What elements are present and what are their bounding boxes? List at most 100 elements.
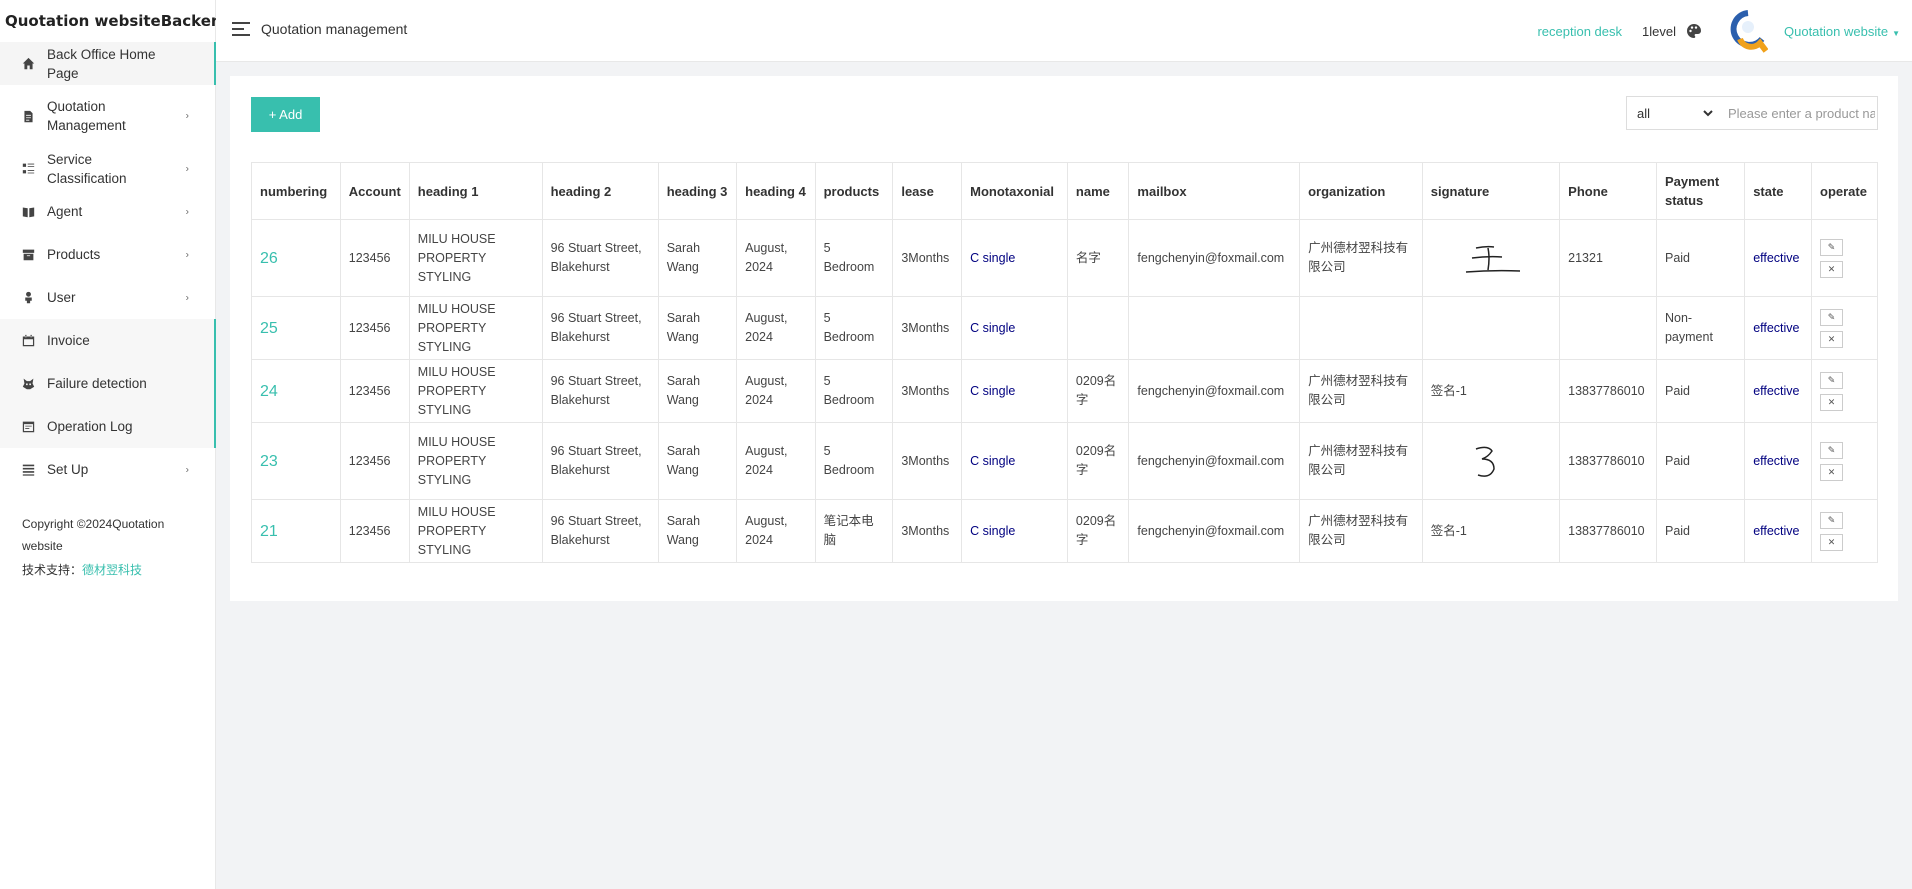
delete-icon[interactable]: ✕: [1820, 260, 1844, 278]
sidebar-item-label: Set Up: [47, 462, 89, 477]
palette-icon[interactable]: [1686, 23, 1702, 39]
col-lease: lease: [892, 162, 963, 220]
cell-products: 5 Bedroom: [814, 422, 894, 500]
cell-heading2: 96 Stuart Street, Blakehurst: [541, 422, 659, 500]
table-row: 25 123456 MILU HOUSE PROPERTY STYLING 96…: [251, 296, 1878, 360]
cell-numbering[interactable]: 21: [251, 499, 341, 563]
cell-operate: ✎ ✕: [1811, 296, 1878, 360]
chevron-right-icon: ›: [185, 110, 189, 122]
cell-numbering[interactable]: 26: [251, 219, 341, 297]
cell-heading1: MILU HOUSE PROPERTY STYLING: [408, 499, 543, 563]
cell-organization: 广州德材翌科技有限公司: [1299, 219, 1423, 297]
sidebar-item-set-up[interactable]: Set Up ›: [0, 448, 215, 491]
top-header: Quotation management reception desk 1lev…: [216, 0, 1912, 62]
col-operate: operate: [1811, 162, 1878, 220]
edit-icon[interactable]: ✎: [1820, 371, 1844, 389]
bug-icon: [21, 377, 35, 391]
cell-phone: [1559, 296, 1657, 360]
edit-icon[interactable]: ✎: [1820, 238, 1844, 256]
edit-icon[interactable]: ✎: [1820, 511, 1844, 529]
cell-monotaxonial: C single: [961, 219, 1068, 297]
cell-heading4: August, 2024: [736, 499, 816, 563]
cell-numbering[interactable]: 23: [251, 422, 341, 500]
delete-icon[interactable]: ✕: [1820, 533, 1844, 551]
delete-icon[interactable]: ✕: [1820, 463, 1844, 481]
sidebar-menu: Back Office Home Page Quotation Manageme…: [0, 42, 216, 491]
delete-icon[interactable]: ✕: [1820, 330, 1844, 348]
filter-select[interactable]: all: [1626, 96, 1717, 130]
edit-icon[interactable]: ✎: [1820, 441, 1844, 459]
col-organization: organization: [1299, 162, 1423, 220]
user-avatar-logo[interactable]: [1728, 9, 1768, 53]
cell-account: 123456: [339, 422, 410, 500]
cell-account: 123456: [339, 219, 410, 297]
cell-payment-status: Paid: [1655, 499, 1746, 563]
cell-phone: 21321: [1559, 219, 1657, 297]
cell-heading4: August, 2024: [736, 422, 816, 500]
cell-monotaxonial: C single: [961, 359, 1068, 423]
search-input[interactable]: [1716, 96, 1878, 130]
support-link[interactable]: 德材翌科技: [82, 563, 142, 577]
sidebar-item-agent[interactable]: Agent ›: [0, 190, 215, 233]
add-button[interactable]: + Add: [251, 97, 320, 132]
cell-numbering[interactable]: 25: [251, 296, 341, 360]
user-name: Quotation website: [1784, 23, 1889, 39]
sidebar-footer: Copyright ©2024Quotation website 技术支持：德材…: [0, 491, 215, 581]
cell-account: 123456: [339, 499, 410, 563]
cell-heading2: 96 Stuart Street, Blakehurst: [541, 499, 659, 563]
sidebar-group-active: Invoice Failure detection Operation Log: [0, 319, 216, 448]
table-header-row: numbering Account heading 1 heading 2 he…: [251, 162, 1878, 220]
user-dropdown[interactable]: Quotation website ▼: [1784, 24, 1900, 39]
cell-heading1: MILU HOUSE PROPERTY STYLING: [408, 296, 543, 360]
cell-operate: ✎ ✕: [1811, 219, 1878, 297]
sidebar-item-failure-detection[interactable]: Failure detection: [0, 362, 215, 405]
cell-numbering[interactable]: 24: [251, 359, 341, 423]
chevron-right-icon: ›: [185, 292, 189, 303]
document-icon: [21, 109, 35, 123]
cell-name: 0209名字: [1066, 359, 1130, 423]
cell-heading3: Sarah Wang: [657, 422, 738, 500]
level-label: 1level: [1642, 23, 1676, 39]
cell-signature: [1421, 296, 1561, 360]
cell-heading3: Sarah Wang: [657, 296, 738, 360]
page-title: Quotation management: [261, 21, 408, 37]
sidebar-item-user[interactable]: User ›: [0, 276, 215, 319]
col-state: state: [1744, 162, 1813, 220]
cell-lease: 3Months: [892, 422, 963, 500]
cell-signature: [1421, 219, 1561, 297]
cell-payment-status: Non-payment: [1655, 296, 1746, 360]
chevron-right-icon: ›: [185, 249, 189, 260]
calendar-icon: [21, 334, 35, 348]
sidebar-item-invoice[interactable]: Invoice: [0, 319, 215, 362]
table-row: 23 123456 MILU HOUSE PROPERTY STYLING 96…: [251, 422, 1878, 500]
caret-down-icon: ▼: [1892, 28, 1900, 38]
cell-heading3: Sarah Wang: [657, 219, 738, 297]
table-row: 21 123456 MILU HOUSE PROPERTY STYLING 96…: [251, 499, 1878, 563]
sidebar-item-products[interactable]: Products ›: [0, 233, 215, 276]
col-mailbox: mailbox: [1128, 162, 1301, 220]
reception-desk-link[interactable]: reception desk: [1537, 24, 1622, 39]
archive-icon: [21, 248, 35, 262]
cell-state: effective: [1744, 422, 1813, 500]
sidebar-item-quotation-management[interactable]: Quotation Management ›: [0, 85, 215, 147]
cell-name: 名字: [1066, 219, 1130, 297]
cell-heading2: 96 Stuart Street, Blakehurst: [541, 359, 659, 423]
menu-toggle-icon[interactable]: [232, 22, 250, 36]
quotation-table: numbering Account heading 1 heading 2 he…: [251, 162, 1878, 563]
cell-phone: 13837786010: [1559, 422, 1657, 500]
sidebar-item-service-classification[interactable]: Service Classification ›: [0, 147, 215, 190]
chevron-right-icon: ›: [185, 163, 189, 174]
grid-icon: [21, 162, 35, 176]
edit-icon[interactable]: ✎: [1820, 308, 1844, 326]
table-row: 26 123456 MILU HOUSE PROPERTY STYLING 96…: [251, 219, 1878, 297]
col-account: Account: [339, 162, 410, 220]
sidebar-item-operation-log[interactable]: Operation Log: [0, 405, 215, 448]
sidebar-item-home[interactable]: Back Office Home Page: [0, 42, 216, 85]
cell-heading3: Sarah Wang: [657, 499, 738, 563]
cell-signature: 签名-1: [1421, 499, 1561, 563]
col-signature: signature: [1421, 162, 1561, 220]
cell-mailbox: [1128, 296, 1301, 360]
cell-account: 123456: [339, 359, 410, 423]
cell-products: 5 Bedroom: [814, 296, 894, 360]
delete-icon[interactable]: ✕: [1820, 393, 1844, 411]
